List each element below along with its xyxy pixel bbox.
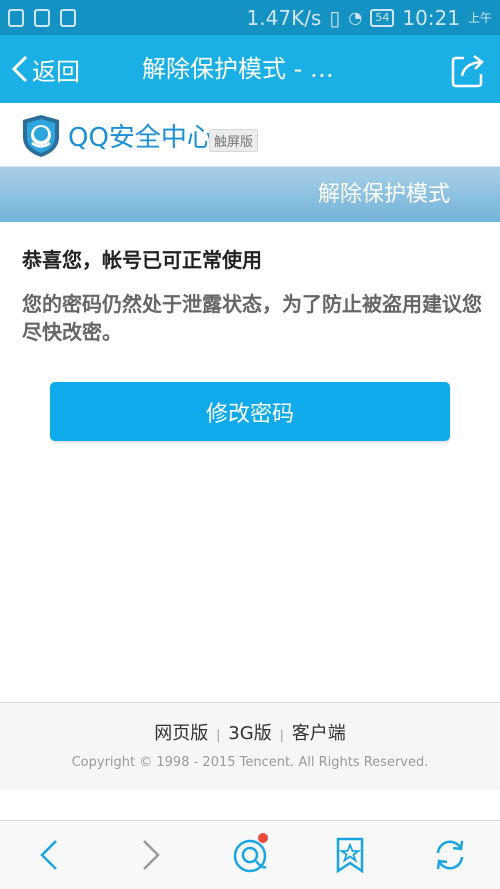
touch-version-badge: 触屏版 [209,129,259,152]
share-button[interactable] [448,50,488,90]
status-bar: 1.47K/s ▯ ◔ 54 10:21 上午 [0,0,500,35]
next-page-button[interactable] [130,835,170,875]
back-button[interactable]: 返回 [10,35,80,103]
browser-toolbar [0,820,500,889]
section-header: 解除保护模式 [0,167,500,222]
password-warning-text: 您的密码仍然处于泄露状态，为了防止被盗用建议您尽快改密。 [22,292,482,344]
alert-notification-icon [8,8,24,27]
refresh-button[interactable] [430,835,470,875]
footer-links: 网页版 | 3G版 | 客户端 [0,719,500,745]
notification-dot [258,833,268,843]
bookmark-star-icon [336,837,364,874]
home-menu-button[interactable] [230,833,270,875]
document-notification-icon [34,8,50,27]
footer-link-3g[interactable]: 3G版 [228,723,271,744]
refresh-icon [436,840,464,870]
link-separator: | [279,728,284,742]
back-label: 返回 [32,57,80,86]
brand-name: QQ安全中心 [68,123,213,153]
chevron-left-icon [11,55,28,83]
prev-page-button[interactable] [30,835,70,875]
network-speed: 1.47K/s [246,5,322,30]
image-notification-icon [60,8,76,27]
copyright-text: Copyright © 1998 - 2015 Tencent. All Rig… [71,755,429,770]
arrow-right-icon [143,840,160,870]
share-icon [451,55,484,88]
arrow-left-icon [40,840,57,870]
bookmark-button[interactable] [330,835,370,875]
page-title: 解除保护模式 - … [142,55,334,83]
qq-security-shield-icon [23,115,59,157]
link-separator: | [216,728,221,742]
footer-link-web[interactable]: 网页版 [154,723,208,744]
vibrate-icon: ▯ [329,5,341,30]
page-footer: 网页版 | 3G版 | 客户端 Copyright © 1998 - 2015 Tenc… [0,702,500,790]
clock-ampm: 上午 [467,11,492,25]
clock-time: 10:21 [402,5,460,30]
change-password-button[interactable]: 修改密码 [50,382,450,441]
wifi-icon: ◔ [348,8,363,27]
footer-link-client[interactable]: 客户端 [292,723,346,744]
success-headline: 恭喜您，帐号已可正常使用 [22,248,262,272]
battery-level: 54 [370,8,395,27]
section-title: 解除保护模式 [317,182,450,207]
navigation-bar: 返回 解除保护模式 - … [0,35,500,103]
brand-header: QQ安全中心 触屏版 [0,103,500,167]
